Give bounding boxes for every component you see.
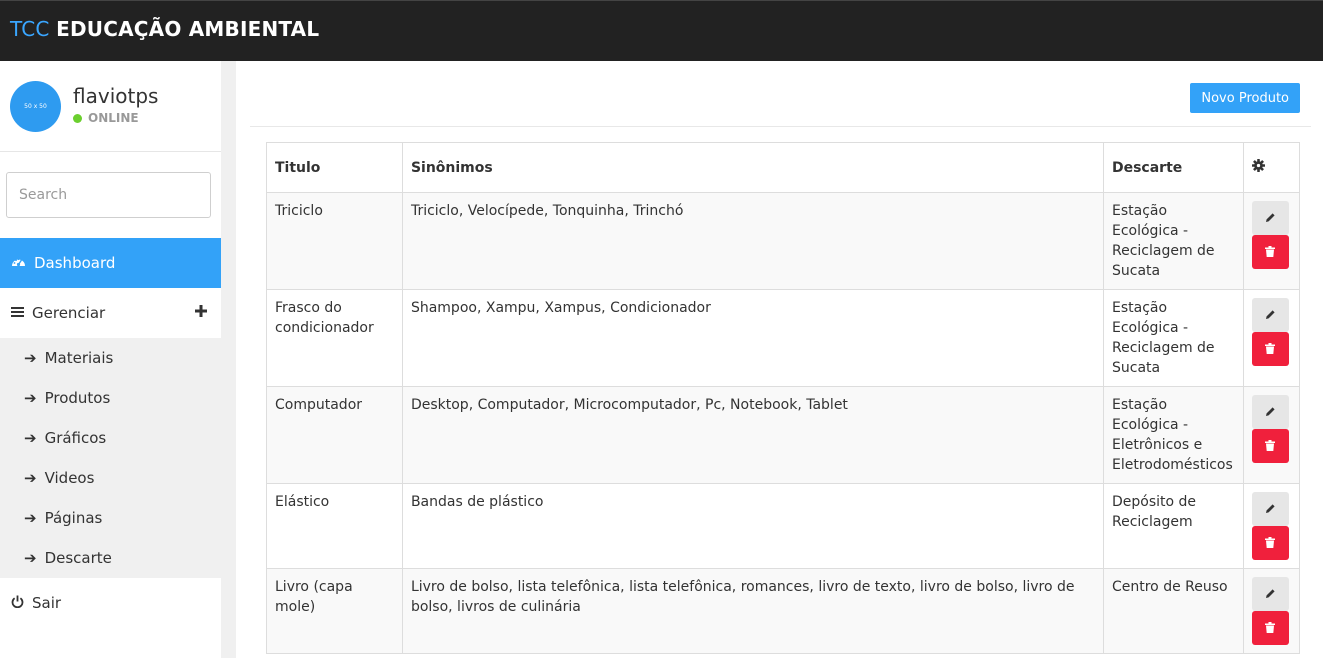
sidebar-item-paginas[interactable]: ➔ Páginas [0,498,221,538]
brand-title[interactable]: TCC EDUCAÇÃO AMBIENTAL [10,17,319,41]
cell-titulo: Livro (capa mole) [266,568,403,654]
trash-icon [1265,439,1276,454]
delete-button[interactable] [1251,429,1289,463]
delete-button[interactable] [1251,611,1289,645]
delete-button[interactable] [1251,235,1289,269]
arrow-right-icon: ➔ [24,389,37,407]
brand-name: EDUCAÇÃO AMBIENTAL [56,17,320,41]
trash-icon [1265,245,1276,260]
bars-icon [11,304,24,322]
gear-icon [1251,158,1265,176]
delete-button[interactable] [1251,526,1289,560]
arrow-right-icon: ➔ [24,429,37,447]
pencil-icon [1265,587,1276,602]
pencil-icon [1265,308,1276,323]
avatar: 50 x 50 [10,81,61,132]
edit-button[interactable] [1251,492,1289,526]
edit-button[interactable] [1251,298,1289,332]
pencil-icon [1265,211,1276,226]
cell-sinonimos: Triciclo, Velocípede, Tonquinha, Trinchó [401,192,1104,290]
cell-actions [1242,568,1301,654]
brand-accent: TCC [10,17,50,41]
cell-descarte: Depósito de Reciclagem [1102,483,1244,569]
user-panel: 50 x 50 flaviotps ONLINE [0,61,221,152]
column-header-titulo: Titulo [266,142,403,193]
column-header-actions [1242,142,1301,193]
expand-plus-icon[interactable] [195,301,207,322]
table-row: Triciclo Triciclo, Velocípede, Tonquinha… [266,192,1301,290]
sidebar-item-videos[interactable]: ➔ Videos [0,458,221,498]
cell-actions [1242,192,1301,290]
sidebar-item-manage[interactable]: Gerenciar [0,288,221,338]
sidebar-item-label: Produtos [44,389,111,407]
sidebar-item-materiais[interactable]: ➔ Materiais [0,338,221,378]
edit-button[interactable] [1251,201,1289,235]
trash-icon [1265,621,1276,636]
arrow-right-icon: ➔ [24,549,37,567]
sidebar-item-label: Sair [32,594,62,612]
sidebar-item-label: Gráficos [44,429,107,447]
dashboard-icon [11,254,26,272]
status-indicator: ONLINE [73,111,139,125]
sidebar-item-descarte[interactable]: ➔ Descarte [0,538,221,578]
column-header-sinonimos: Sinônimos [401,142,1104,193]
cell-descarte: Centro de Reuso [1102,568,1244,654]
cell-actions [1242,483,1301,569]
sidebar-item-label: Descarte [44,549,112,567]
main-content: Novo Produto Titulo Sinônimos Descarte T… [236,61,1323,658]
table-row: Livro (capa mole) Livro de bolso, lista … [266,568,1301,654]
sidebar-item-label: Videos [44,469,95,487]
edit-button[interactable] [1251,395,1289,429]
table-row: Elástico Bandas de plástico Depósito de … [266,483,1301,569]
cell-sinonimos: Bandas de plástico [401,483,1104,569]
cell-sinonimos: Livro de bolso, lista telefônica, lista … [401,568,1104,654]
manage-submenu: ➔ Materiais ➔ Produtos ➔ Gráficos ➔ Videos ➔… [0,338,221,578]
new-product-button[interactable]: Novo Produto [1190,83,1300,113]
table-row: Frasco do condicionador Shampoo, Xampu, … [266,289,1301,387]
cell-sinonimos: Desktop, Computador, Microcomputador, Pc… [401,386,1104,484]
sidebar: 50 x 50 flaviotps ONLINE Dashboard Geren… [0,61,221,658]
cell-descarte: Estação Ecológica - Reciclagem de Sucata [1102,192,1244,290]
cell-titulo: Computador [266,386,403,484]
sidebar-item-label: Dashboard [34,254,116,272]
edit-button[interactable] [1251,577,1289,611]
trash-icon [1265,536,1276,551]
cell-actions [1242,289,1301,387]
content-toolbar: Novo Produto [250,61,1311,127]
sidebar-item-label: Páginas [44,509,103,527]
top-bar: TCC EDUCAÇÃO AMBIENTAL [0,0,1323,61]
products-table: Titulo Sinônimos Descarte Triciclo Trici… [266,142,1301,654]
cell-descarte: Estação Ecológica - Eletrônicos e Eletro… [1102,386,1244,484]
pencil-icon [1265,502,1276,517]
sidebar-item-label: Materiais [44,349,114,367]
cell-actions [1242,386,1301,484]
arrow-right-icon: ➔ [24,349,37,367]
cell-titulo: Triciclo [266,192,403,290]
search-input[interactable] [6,172,211,218]
power-icon [11,594,24,612]
sidebar-item-label: Gerenciar [32,304,106,322]
cell-descarte: Estação Ecológica - Reciclagem de Sucata [1102,289,1244,387]
arrow-right-icon: ➔ [24,509,37,527]
sidebar-item-produtos[interactable]: ➔ Produtos [0,378,221,418]
avatar-placeholder-text: 50 x 50 [24,103,47,110]
sidebar-item-graficos[interactable]: ➔ Gráficos [0,418,221,458]
cell-titulo: Frasco do condicionador [266,289,403,387]
online-dot-icon [73,113,82,123]
cell-sinonimos: Shampoo, Xampu, Xampus, Condicionador [401,289,1104,387]
table-row: Computador Desktop, Computador, Microcom… [266,386,1301,484]
sidebar-item-logout[interactable]: Sair [0,578,221,628]
search-box [6,172,211,218]
delete-button[interactable] [1251,332,1289,366]
pencil-icon [1265,405,1276,420]
trash-icon [1265,342,1276,357]
username: flaviotps [73,84,159,108]
cell-titulo: Elástico [266,483,403,569]
sidebar-item-dashboard[interactable]: Dashboard [0,238,221,288]
column-header-descarte: Descarte [1102,142,1244,193]
status-label: ONLINE [88,111,139,125]
table-header-row: Titulo Sinônimos Descarte [266,142,1301,193]
arrow-right-icon: ➔ [24,469,37,487]
